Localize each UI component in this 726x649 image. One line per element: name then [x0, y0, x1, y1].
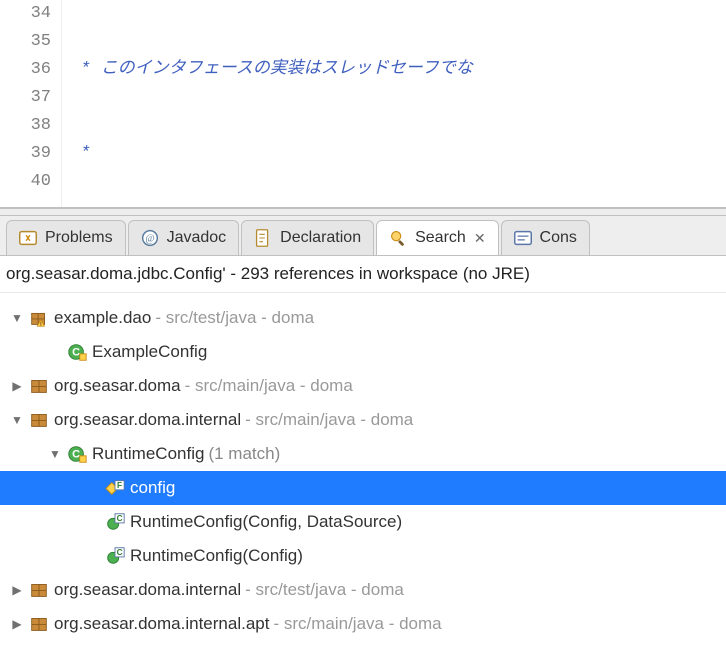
panel-divider[interactable]	[0, 208, 726, 216]
package-icon	[28, 613, 50, 635]
package-icon	[28, 409, 50, 431]
tree-label: org.seasar.doma.internal.apt	[54, 614, 269, 634]
tree-path: - src/main/java - doma	[273, 614, 441, 634]
tree-row[interactable]: C ExampleConfig	[0, 335, 726, 369]
code-comment: * このインタフェースの実装はスレッドセーフでな	[70, 60, 473, 79]
tree-label: org.seasar.doma.internal	[54, 410, 241, 430]
tab-search[interactable]: Search ✕	[376, 220, 498, 255]
tab-label: Javadoc	[167, 229, 227, 247]
tab-declaration[interactable]: Declaration	[241, 220, 374, 255]
package-warn-icon	[28, 307, 50, 329]
expand-arrow-icon[interactable]: ▶	[10, 583, 24, 597]
svg-text:C: C	[72, 347, 80, 359]
class-icon: C	[66, 443, 88, 465]
tree-path: - src/test/java - doma	[155, 308, 314, 328]
expand-arrow-icon[interactable]: ▶	[10, 379, 24, 393]
svg-text:@: @	[145, 234, 154, 245]
tab-problems[interactable]: Problems	[6, 220, 126, 255]
line-gutter: 34 35 36 37 38 39 40	[0, 0, 62, 207]
line-number: 34	[0, 0, 51, 28]
tree-row[interactable]: ▶ org.seasar.doma.internal.apt - src/mai…	[0, 607, 726, 641]
match-count: (1 match)	[208, 444, 280, 464]
tab-label: Declaration	[280, 229, 361, 247]
tree-label: RuntimeConfig(Config, DataSource)	[130, 512, 402, 532]
class-icon: C	[66, 341, 88, 363]
expand-arrow-icon[interactable]: ▼	[48, 447, 62, 461]
search-icon	[387, 227, 409, 249]
problems-icon	[17, 227, 39, 249]
tree-label: org.seasar.doma	[54, 376, 181, 396]
search-summary: org.seasar.doma.jdbc.Config' - 293 refer…	[0, 256, 726, 293]
tree-path: - src/main/java - doma	[185, 376, 353, 396]
line-number: 40	[0, 168, 51, 196]
close-icon[interactable]: ✕	[474, 230, 486, 247]
constructor-icon: C	[104, 511, 126, 533]
field-icon: F	[104, 477, 126, 499]
constructor-icon: C	[104, 545, 126, 567]
tree-label: example.dao	[54, 308, 151, 328]
svg-text:C: C	[72, 449, 80, 461]
expand-arrow-icon[interactable]: ▶	[10, 617, 24, 631]
tree-path: - src/test/java - doma	[245, 580, 404, 600]
tab-javadoc[interactable]: @ Javadoc	[128, 220, 240, 255]
line-number: 36	[0, 56, 51, 84]
package-icon	[28, 579, 50, 601]
javadoc-icon: @	[139, 227, 161, 249]
tree-row[interactable]: ▼ C RuntimeConfig (1 match)	[0, 437, 726, 471]
search-results-tree[interactable]: ▼ example.dao - src/test/java - domaC Ex…	[0, 293, 726, 649]
code-editor[interactable]: 34 35 36 37 38 39 40 * このインタフェースの実装はスレッド…	[0, 0, 726, 208]
tree-label: RuntimeConfig(Config)	[130, 546, 303, 566]
tree-label: ExampleConfig	[92, 342, 207, 362]
expand-arrow-icon[interactable]: ▼	[10, 311, 24, 325]
tree-label: config	[130, 478, 175, 498]
line-number: 38	[0, 112, 51, 140]
line-number: 39	[0, 140, 51, 168]
tab-label: Cons	[540, 229, 577, 247]
svg-text:F: F	[117, 481, 122, 490]
tree-row[interactable]: ▼ example.dao - src/test/java - doma	[0, 301, 726, 335]
tree-path: - src/main/java - doma	[245, 410, 413, 430]
tab-label: Problems	[45, 229, 113, 247]
tree-row[interactable]: ▼ org.seasar.doma.internal - src/main/ja…	[0, 403, 726, 437]
tab-label: Search	[415, 229, 466, 247]
tree-row[interactable]: C RuntimeConfig(Config)	[0, 539, 726, 573]
svg-text:C: C	[117, 514, 123, 523]
line-number: 37	[0, 84, 51, 112]
bottom-panel-tabs: Problems @ Javadoc Declaration Search ✕ …	[0, 216, 726, 256]
tree-label: org.seasar.doma.internal	[54, 580, 241, 600]
line-number: 35	[0, 28, 51, 56]
tree-row[interactable]: C RuntimeConfig(Config, DataSource)	[0, 505, 726, 539]
tree-row[interactable]: ▶ org.seasar.doma.internal - src/test/ja…	[0, 573, 726, 607]
tree-label: RuntimeConfig	[92, 444, 204, 464]
code-comment: *	[70, 144, 90, 163]
tree-row[interactable]: ▶ org.seasar.doma - src/main/java - doma	[0, 369, 726, 403]
declaration-icon	[252, 227, 274, 249]
tab-console[interactable]: Cons	[501, 220, 590, 255]
package-icon	[28, 375, 50, 397]
code-content[interactable]: * このインタフェースの実装はスレッドセーフでな * * @author tae…	[62, 0, 726, 207]
expand-arrow-icon[interactable]: ▼	[10, 413, 24, 427]
tree-row[interactable]: F config	[0, 471, 726, 505]
console-icon	[512, 227, 534, 249]
svg-text:C: C	[117, 548, 123, 557]
